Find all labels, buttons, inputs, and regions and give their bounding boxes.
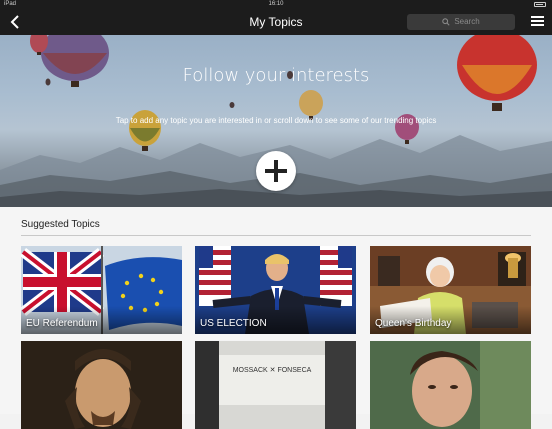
- balloon-icon: [229, 102, 235, 108]
- status-time: 16:10: [268, 1, 284, 7]
- topic-label: Queen's Birthday: [375, 318, 452, 329]
- topic-card-queens-birthday[interactable]: Queen's Birthday: [370, 246, 531, 334]
- topic-card-panama-papers[interactable]: MOSSACK ✕ FONSECA: [195, 341, 356, 429]
- hamburger-menu-icon[interactable]: [530, 14, 546, 30]
- mossack-fonseca-image: MOSSACK ✕ FONSECA: [195, 341, 356, 429]
- search-icon: [442, 18, 450, 26]
- sign-text: MOSSACK ✕ FONSECA: [233, 367, 312, 374]
- politician-portrait-image: [370, 341, 531, 429]
- search-input[interactable]: Search: [407, 14, 515, 30]
- section-heading: Suggested Topics: [21, 219, 100, 230]
- topic-card-eu-referendum[interactable]: EU Referendum: [21, 246, 182, 334]
- hero-banner: Follow your interests Tap to add any top…: [0, 35, 552, 207]
- suggested-topics-section: Suggested Topics EU Referendum US ELECTI…: [0, 207, 552, 429]
- topic-label: US ELECTION: [200, 318, 267, 329]
- add-topic-button[interactable]: [256, 151, 296, 191]
- search-placeholder: Search: [454, 17, 480, 26]
- divider: [21, 235, 531, 236]
- topic-card-us-election[interactable]: US ELECTION: [195, 246, 356, 334]
- topic-label: EU Referendum: [26, 318, 98, 329]
- shakespeare-portrait-image: [21, 341, 182, 429]
- hero-title: Follow your interests: [182, 65, 370, 86]
- navigation-bar: My Topics Search: [0, 9, 552, 35]
- topic-card-dilma-rousseff[interactable]: [370, 341, 531, 429]
- hero-subtitle: Tap to add any topic you are interested …: [115, 116, 437, 125]
- topic-card-shakespeare[interactable]: [21, 341, 182, 429]
- status-bar: iPad 16:10: [0, 0, 552, 9]
- battery-icon: [534, 2, 546, 7]
